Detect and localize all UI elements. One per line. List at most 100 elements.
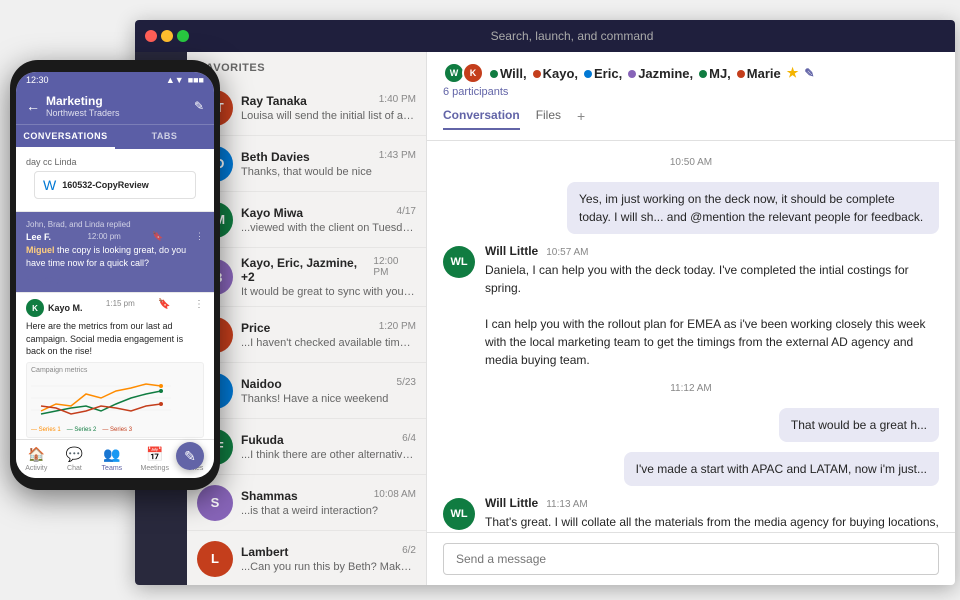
mention-highlight: Miguel xyxy=(26,245,55,255)
chat-area: W K Will, Kayo, Eric, Jazmine, MJ, Marie… xyxy=(427,52,955,585)
msg-sender: Will Little xyxy=(485,244,538,258)
channel-list-header: Favorites xyxy=(187,52,426,80)
channel-name: Lambert xyxy=(241,545,288,559)
channel-item[interactable]: S Shammas 10:08 AM ...is that a weird in… xyxy=(187,475,426,531)
channel-list: Favorites RT Ray Tanaka 1:40 PM Louisa w… xyxy=(187,52,427,585)
close-btn[interactable] xyxy=(145,30,157,42)
participant-dot-eric: Eric, xyxy=(584,66,622,81)
campaign-text: Here are the metrics from our last ad ca… xyxy=(26,320,204,358)
phone-nav-home[interactable]: 🏠 Activity xyxy=(25,446,47,472)
msg-text: Daniela, I can help you with the deck to… xyxy=(485,261,939,369)
timestamp: 11:12 AM xyxy=(443,383,939,394)
search-placeholder: Search, launch, and command xyxy=(491,29,654,43)
channel-name: Beth Davies xyxy=(241,150,310,164)
phone-campaign-msg[interactable]: K Kayo M. 1:15 pm 🔖 ⋮ Here are the metri… xyxy=(16,293,214,439)
meetings-nav-icon: 📅 xyxy=(146,446,163,463)
phone-nav-meetings[interactable]: 📅 Meetings xyxy=(141,446,169,472)
tab-tabs[interactable]: TABS xyxy=(115,125,214,149)
chart-title: Campaign metrics xyxy=(31,367,199,374)
edit-icon[interactable]: ✎ xyxy=(804,66,814,80)
channel-item[interactable]: P Price 1:20 PM ...I haven't checked ava… xyxy=(187,307,426,363)
add-tab-button[interactable]: + xyxy=(577,104,585,130)
phone-nav-chat[interactable]: 💬 Chat xyxy=(66,446,83,472)
message-group: WL Will Little 11:13 AM That's great. I … xyxy=(443,496,939,532)
reply-button[interactable]: ↩ Reply xyxy=(26,273,204,284)
legend-red: — Series 3 xyxy=(102,427,132,433)
campaign-sender-avatar: K xyxy=(26,299,44,317)
chat-header: W K Will, Kayo, Eric, Jazmine, MJ, Marie… xyxy=(427,52,955,141)
channel-time: 6/2 xyxy=(402,545,416,559)
bubble-text: I've made a start with APAC and LATAM, n… xyxy=(624,452,939,486)
nav-chat-label: Chat xyxy=(67,465,82,472)
compose-icon[interactable]: ✎ xyxy=(194,99,204,113)
channel-item[interactable]: KM Kayo Miwa 4/17 ...viewed with the cli… xyxy=(187,192,426,248)
msg-text: That's great. I will collate all the mat… xyxy=(485,513,939,532)
message-group: WL Will Little 10:57 AM Daniela, I can h… xyxy=(443,244,939,369)
msg-avatar: WL xyxy=(443,246,475,278)
channel-name: Kayo Miwa xyxy=(241,206,303,220)
mini-chart xyxy=(31,376,171,421)
channel-name: Price xyxy=(241,321,270,335)
channel-time: 5/23 xyxy=(397,377,416,391)
phone-nav-teams[interactable]: 👥 Teams xyxy=(102,446,123,472)
phone-channel-subtitle: Northwest Traders xyxy=(46,108,188,118)
channel-preview: Thanks! Have a nice weekend xyxy=(241,393,416,405)
reply-label: Reply xyxy=(38,274,61,284)
participant-kayo-avatar: K xyxy=(462,62,484,84)
channel-name: Shammas xyxy=(241,489,298,503)
msg-time: 11:13 AM xyxy=(546,499,588,510)
phone-active-msg[interactable]: John, Brad, and Linda replied Lee F. 12:… xyxy=(16,212,214,293)
replied-label: John, Brad, and Linda replied xyxy=(26,220,204,229)
channel-item[interactable]: RT Ray Tanaka 1:40 PM Louisa will send t… xyxy=(187,80,426,136)
msg-body: Miguel the copy is looking great, do you… xyxy=(26,244,204,269)
campaign-sender: Kayo M. xyxy=(48,303,83,313)
file-name: 160532-CopyReview xyxy=(62,180,149,190)
chat-input-bar xyxy=(427,532,955,585)
minimize-btn[interactable] xyxy=(161,30,173,42)
star-icon[interactable]: ★ xyxy=(787,65,799,81)
tab-conversations[interactable]: CONVERSATIONS xyxy=(16,125,115,149)
maximize-btn[interactable] xyxy=(177,30,189,42)
channel-item[interactable]: BD Beth Davies 1:43 PM Thanks, that woul… xyxy=(187,136,426,192)
channel-name: Naidoo xyxy=(241,377,282,391)
phone-msg-item[interactable]: day cc Linda W 160532-CopyReview xyxy=(16,149,214,212)
channel-items-container: RT Ray Tanaka 1:40 PM Louisa will send t… xyxy=(187,80,426,585)
search-bar[interactable]: Search, launch, and command xyxy=(199,29,945,43)
channel-preview: ...I haven't checked available times yet xyxy=(241,337,416,349)
message-input[interactable] xyxy=(443,543,939,575)
msg-time-label: 12:00 pm xyxy=(87,232,120,241)
signal-icon: ▲▼ xyxy=(166,75,184,85)
back-button[interactable]: ← xyxy=(26,98,40,114)
channel-item[interactable]: N Naidoo 5/23 Thanks! Have a nice weeken… xyxy=(187,363,426,419)
msg-sender: Will Little xyxy=(485,496,538,510)
compose-fab-button[interactable]: ✎ xyxy=(176,442,204,470)
channel-name: Fukuda xyxy=(241,433,284,447)
phone-tabs: CONVERSATIONS TABS xyxy=(16,124,214,149)
participant-dot-will: Will, xyxy=(490,66,527,81)
phone-outer: 12:30 ▲▼ ■■■ ← Marketing Northwest Trade… xyxy=(10,60,220,490)
participants-row: W K Will, Kayo, Eric, Jazmine, MJ, Marie… xyxy=(443,62,939,84)
avatar: L xyxy=(197,541,233,577)
battery-icon: ■■■ xyxy=(188,75,204,85)
channel-name: Kayo, Eric, Jazmine, +2 xyxy=(241,256,373,284)
nav-meetings-label: Meetings xyxy=(141,465,169,472)
channel-time: 1:20 PM xyxy=(379,321,416,335)
channel-item[interactable]: HF Fukuda 6/4 ...I think there are other… xyxy=(187,419,426,475)
channel-item[interactable]: L Lambert 6/2 ...Can you run this by Bet… xyxy=(187,531,426,585)
channel-time: 10:08 AM xyxy=(374,489,416,503)
msg-sender-label: Lee F. xyxy=(26,232,56,242)
phone-screen: 12:30 ▲▼ ■■■ ← Marketing Northwest Trade… xyxy=(16,72,214,478)
participant-dot-kayo: Kayo, xyxy=(533,66,578,81)
tab-conversation[interactable]: Conversation xyxy=(443,104,520,130)
msg-time: 10:57 AM xyxy=(546,247,588,258)
channel-item[interactable]: +3 Kayo, Eric, Jazmine, +2 12:00 PM It w… xyxy=(187,248,426,307)
channel-time: 12:00 PM xyxy=(373,256,416,284)
message-bubble-right: Yes, im just working on the deck now, it… xyxy=(443,182,939,234)
bookmark-icon: 🔖 xyxy=(152,231,163,242)
word-doc-icon: W xyxy=(43,177,56,193)
tab-files[interactable]: Files xyxy=(536,104,561,130)
messages-container: 10:50 AM Yes, im just working on the dec… xyxy=(427,141,955,532)
channel-preview: ...Can you run this by Beth? Make sure s… xyxy=(241,561,416,573)
file-attachment[interactable]: W 160532-CopyReview xyxy=(34,171,196,199)
bubble-text: That would be a great h... xyxy=(779,408,939,442)
